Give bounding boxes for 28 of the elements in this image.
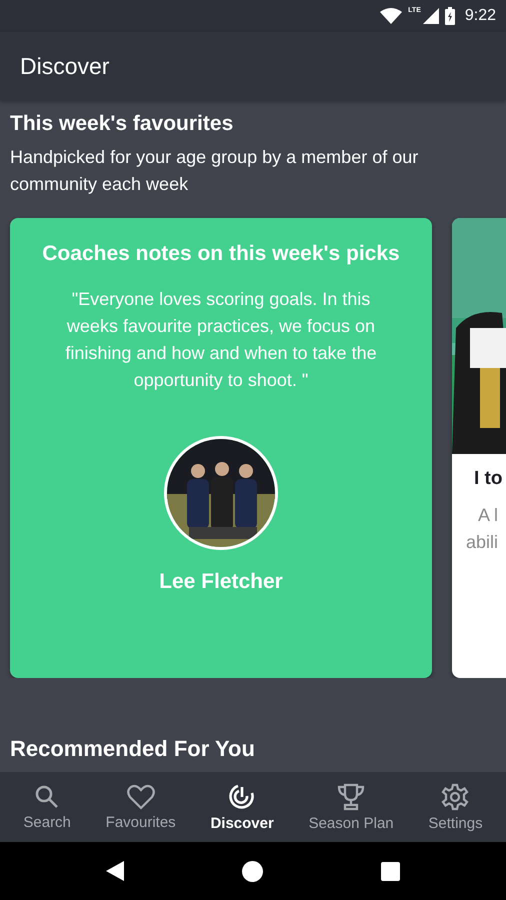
nav-tab[interactable]: Favourites	[102, 772, 180, 842]
section-title: Recommended For You	[10, 736, 256, 762]
nav-tab[interactable]: Season Plan	[304, 772, 398, 842]
coach-quote: "Everyone loves scoring goals. In this weeks favourite practices, we focus on finishing and how and when to take the opportunity to shoot. "	[64, 288, 378, 392]
section-title: This week's favourites	[10, 111, 234, 137]
card-description: A l	[478, 504, 498, 527]
practice-card[interactable]: I to A l abili	[452, 218, 506, 678]
nav-tab[interactable]: Discover	[206, 772, 278, 842]
home-icon[interactable]	[242, 860, 263, 882]
card-title: I to	[474, 468, 502, 490]
radar-icon	[228, 782, 256, 810]
recents-icon[interactable]	[381, 862, 400, 880]
trophy-icon	[337, 782, 366, 810]
settings-icon	[441, 782, 470, 810]
back-icon[interactable]	[106, 861, 124, 881]
coach-name: Lee Fletcher	[159, 570, 283, 594]
card-title: Coaches notes on this week's picks	[42, 241, 400, 267]
battery-icon	[444, 7, 455, 25]
nav-tab[interactable]: Settings	[424, 772, 487, 842]
card-description: abili	[466, 531, 498, 554]
search-icon	[34, 784, 60, 810]
section-subtitle: Handpicked for your age group by a member of our community each week	[10, 146, 420, 196]
heart-icon	[126, 784, 155, 810]
nav-tab[interactable]: Search	[19, 772, 75, 842]
clock-time: 9:22	[464, 7, 496, 25]
wifi-icon	[380, 8, 402, 24]
signal-icon	[422, 8, 439, 24]
screen-title: Discover	[20, 52, 110, 80]
